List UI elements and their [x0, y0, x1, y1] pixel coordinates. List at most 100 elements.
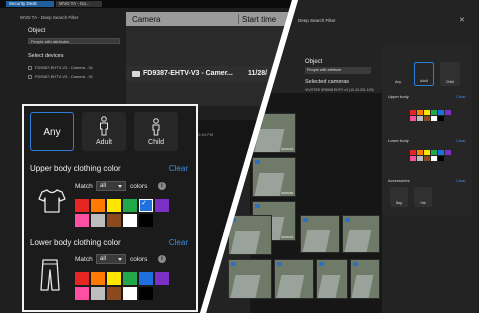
right-accessories-clear[interactable]: Clear [456, 178, 466, 183]
right-upper-color-swatch[interactable] [438, 110, 444, 115]
lower-colors-label: colors [130, 256, 148, 263]
column-separator[interactable] [238, 14, 239, 24]
camera-results-panel: Camera Start time FD9387-EHTV-V3 - Camer… [126, 12, 292, 106]
lower-color-swatch[interactable] [123, 287, 137, 300]
right-lower-color-swatch[interactable] [417, 150, 423, 155]
lower-match-select[interactable]: all [96, 254, 126, 264]
lower-match-label: Match [75, 256, 93, 263]
right-age-adult-button[interactable]: Adult [414, 62, 434, 86]
right-lower-color-swatch[interactable] [410, 156, 416, 161]
right-age-any-label: Any [394, 80, 402, 84]
close-icon[interactable]: ✕ [459, 16, 465, 24]
upper-color-swatch[interactable] [91, 199, 105, 212]
lower-color-swatch[interactable] [91, 272, 105, 285]
result-thumbnail[interactable] [300, 215, 340, 253]
right-lower-color-swatch[interactable] [410, 150, 416, 155]
right-lower-color-swatch[interactable] [438, 156, 444, 161]
right-lower-color-swatch[interactable] [438, 150, 444, 155]
upper-color-swatch[interactable] [75, 199, 89, 212]
upper-info-icon[interactable]: i [158, 182, 166, 190]
lower-color-swatch[interactable] [107, 287, 121, 300]
device-item[interactable]: FD9387-EHTV-V3 - Camera - 01 [28, 64, 93, 71]
column-start-time[interactable]: Start time [242, 15, 276, 24]
lower-color-swatch[interactable] [107, 272, 121, 285]
right-upper-color-swatch[interactable] [431, 110, 437, 115]
upper-color-swatch[interactable] [155, 199, 169, 212]
column-camera[interactable]: Camera [132, 15, 160, 24]
right-upper-color-swatch[interactable] [417, 116, 423, 121]
upper-color-swatch[interactable]: ✓ [139, 199, 153, 212]
lower-color-swatch[interactable] [75, 272, 89, 285]
tab-security-desk[interactable]: Security Desk [6, 1, 54, 7]
right-age-any-button[interactable]: Any [388, 62, 408, 86]
age-adult-label: Adult [96, 139, 112, 146]
right-lower-color-swatch[interactable] [424, 156, 430, 161]
upper-color-swatch[interactable] [123, 214, 137, 227]
right-lower-color-swatch[interactable] [417, 156, 423, 161]
upper-color-swatch[interactable] [107, 214, 121, 227]
thumbnail-time: 00:00:00 [281, 235, 293, 239]
device-checkbox[interactable] [28, 74, 32, 79]
age-any-button[interactable]: Any [30, 112, 74, 151]
camera-table-header: Camera Start time [126, 12, 292, 26]
table-row[interactable]: FD9387-EHTV-V3 - Camer... 11/28/ [126, 66, 292, 82]
right-upper-color-swatch[interactable] [424, 116, 430, 121]
object-label: Object [28, 28, 46, 34]
right-object-label: Object [305, 59, 323, 65]
age-adult-button[interactable]: Adult [82, 112, 126, 151]
device-item[interactable]: FD9387-EHTV-V3 - Camera - 01 [28, 73, 93, 80]
bag-label: Bag [396, 201, 402, 205]
right-upper-color-swatch[interactable] [410, 116, 416, 121]
right-lower-color-swatch[interactable] [445, 150, 451, 155]
lower-color-swatch[interactable] [75, 287, 89, 300]
right-object-select[interactable]: People with attribute [305, 67, 371, 74]
lower-color-swatch[interactable] [123, 272, 137, 285]
result-thumbnail[interactable] [274, 259, 314, 299]
upper-body-title: Upper body clothing color [30, 164, 121, 173]
upper-color-swatch[interactable] [107, 199, 121, 212]
right-lower-clear[interactable]: Clear [456, 138, 466, 143]
upper-color-swatch[interactable] [91, 214, 105, 227]
right-upper-clear[interactable]: Clear [456, 94, 466, 99]
lower-info-icon[interactable]: i [158, 255, 166, 263]
right-lower-color-swatch[interactable] [431, 150, 437, 155]
lower-color-swatch[interactable] [155, 272, 169, 285]
tab-deep-search[interactable]: WVD TA - Ga... [56, 1, 102, 7]
device-checkbox[interactable] [28, 65, 32, 70]
upper-match-select[interactable]: all [96, 181, 126, 191]
right-upper-color-swatch[interactable] [410, 110, 416, 115]
result-thumbnail[interactable] [228, 259, 272, 299]
lower-color-swatch[interactable] [139, 287, 153, 300]
upper-color-swatch[interactable] [139, 214, 153, 227]
age-child-label: Child [148, 139, 164, 146]
upper-color-swatch[interactable] [75, 214, 89, 227]
result-thumbnail[interactable] [316, 259, 348, 299]
result-thumbnail[interactable] [228, 215, 272, 255]
chevron-down-icon [118, 258, 122, 261]
result-thumbnail[interactable] [342, 215, 380, 253]
right-upper-color-swatch[interactable] [424, 110, 430, 115]
right-upper-color-swatch[interactable] [431, 116, 437, 121]
chevron-down-icon [118, 185, 122, 188]
result-thumbnail[interactable] [350, 259, 380, 299]
result-thumbnail[interactable]: 00:00:00 [252, 157, 296, 197]
result-thumbnail[interactable]: 00:00:00 [252, 113, 296, 153]
right-age-child-button[interactable]: Child [440, 62, 460, 86]
right-upper-color-swatch[interactable] [417, 110, 423, 115]
app-title: WVD TA - Deep Search Filter [20, 15, 79, 20]
lower-color-swatch[interactable] [91, 287, 105, 300]
right-upper-color-swatch[interactable] [438, 116, 444, 121]
bag-button[interactable]: Bag [390, 187, 408, 207]
object-select[interactable]: People with attributes [28, 38, 120, 44]
right-lower-color-swatch[interactable] [424, 150, 430, 155]
upper-match-value: all [100, 183, 107, 189]
age-child-button[interactable]: Child [134, 112, 178, 151]
upper-clear-link[interactable]: Clear [169, 164, 188, 173]
right-upper-color-swatch[interactable] [445, 110, 451, 115]
hat-button[interactable]: Hat [414, 187, 432, 207]
lower-color-swatch[interactable] [139, 272, 153, 285]
lower-clear-link[interactable]: Clear [169, 238, 188, 247]
right-upper-title: Upper body [388, 94, 409, 99]
right-lower-color-swatch[interactable] [431, 156, 437, 161]
upper-color-swatch[interactable] [123, 199, 137, 212]
